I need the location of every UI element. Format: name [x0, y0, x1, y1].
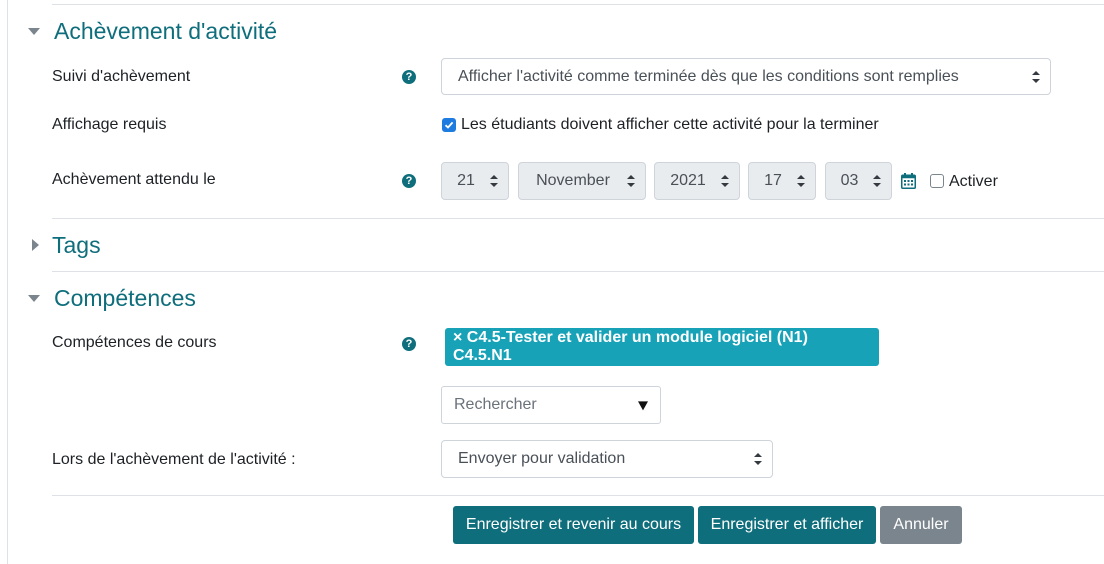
section-title-tags: Tags	[52, 231, 101, 258]
save-and-return-button[interactable]: Enregistrer et revenir au cours	[453, 506, 694, 544]
select-arrows-icon	[873, 175, 881, 187]
enable-date-checkbox[interactable]	[930, 174, 944, 188]
year-select[interactable]: 2021	[654, 162, 740, 200]
completion-tracking-value: Afficher l'activité comme terminée dès q…	[458, 67, 959, 85]
select-arrows-icon	[490, 175, 498, 187]
month-select[interactable]: November	[518, 162, 646, 200]
day-select[interactable]: 21	[441, 162, 509, 200]
help-icon[interactable]: ?	[402, 70, 416, 84]
expected-date-label: Achèvement attendu le	[52, 171, 216, 188]
search-placeholder: Rechercher	[454, 396, 537, 413]
month-value: November	[536, 172, 610, 189]
view-required-checkbox[interactable]	[442, 118, 456, 132]
hour-value: 17	[764, 172, 782, 189]
save-and-display-button[interactable]: Enregistrer et afficher	[698, 506, 876, 544]
caret-right-icon	[32, 239, 39, 251]
dropdown-triangle-icon	[638, 401, 648, 411]
select-arrows-icon	[797, 175, 805, 187]
select-arrows-icon	[721, 175, 729, 187]
divider	[52, 218, 1104, 219]
selected-competency-text: × C4.5-Tester et valider un module logic…	[453, 329, 808, 364]
view-required-label: Affichage requis	[52, 116, 167, 133]
tracking-label: Suivi d'achèvement	[52, 68, 191, 85]
page-left-border	[7, 0, 8, 564]
day-value: 21	[457, 172, 475, 189]
select-arrows-icon	[1032, 70, 1040, 83]
enable-date-label: Activer	[949, 173, 998, 190]
on-completion-select[interactable]: Envoyer pour validation	[441, 440, 773, 478]
section-header-tags[interactable]: Tags	[26, 230, 101, 260]
year-value: 2021	[670, 172, 706, 189]
cancel-button[interactable]: Annuler	[880, 506, 962, 544]
competency-search-input[interactable]: Rechercher	[441, 386, 661, 424]
course-competencies-label: Compétences de cours	[52, 334, 217, 351]
select-arrows-icon	[627, 175, 635, 187]
divider	[52, 271, 1104, 272]
view-required-checkbox-label: Les étudiants doivent afficher cette act…	[461, 116, 879, 133]
select-arrows-icon	[754, 453, 762, 465]
hour-select[interactable]: 17	[748, 162, 816, 200]
minute-value: 03	[840, 172, 859, 189]
section-header-competencies[interactable]: Compétences	[26, 283, 196, 313]
caret-down-icon	[28, 294, 40, 302]
section-title-completion: Achèvement d'activité	[54, 17, 278, 44]
minute-select[interactable]: 03	[825, 162, 892, 200]
check-icon	[444, 121, 454, 129]
selected-competency-badge[interactable]: × C4.5-Tester et valider un module logic…	[445, 328, 879, 366]
section-title-competencies: Compétences	[54, 284, 196, 311]
help-icon[interactable]: ?	[402, 174, 416, 188]
completion-tracking-select[interactable]: Afficher l'activité comme terminée dès q…	[441, 58, 1051, 95]
divider	[52, 495, 1104, 496]
calendar-icon[interactable]	[901, 173, 916, 189]
on-completion-label: Lors de l'achèvement de l'activité :	[52, 451, 296, 468]
divider-top	[52, 4, 1104, 5]
section-header-completion[interactable]: Achèvement d'activité	[26, 16, 277, 46]
on-completion-value: Envoyer pour validation	[458, 450, 626, 467]
help-icon[interactable]: ?	[402, 337, 416, 351]
caret-down-icon	[28, 27, 40, 35]
